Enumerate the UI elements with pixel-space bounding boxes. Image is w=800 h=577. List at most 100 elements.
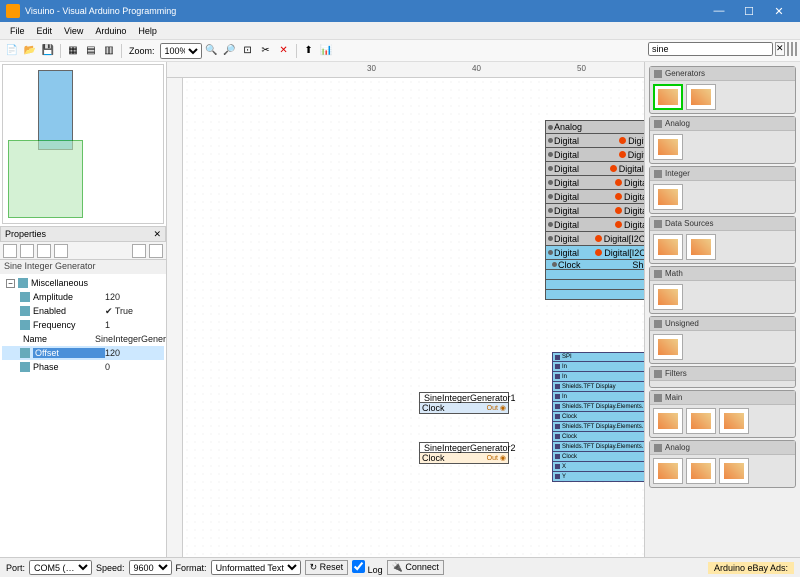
shield-row[interactable]: Shields.TFT Display.Elements.Draw Text2 [552, 422, 645, 432]
arduino-pin-row[interactable]: X ◉ [545, 270, 645, 280]
arduino-pin-row[interactable]: ClockShields.TFT Display.Touch [545, 260, 645, 270]
category-header[interactable]: Data Sources [650, 217, 795, 231]
generator-block[interactable]: SineIntegerGenerator1 ClockOut ◉ [419, 392, 509, 414]
prop-btn-1[interactable] [3, 244, 17, 258]
shield-block[interactable]: SPIInInShields.TFT DisplayInShields.TFT … [552, 352, 645, 482]
arduino-pin-row[interactable]: DigitalDigital[I2C-SDA][ 18 ]/AnalogIn[ … [545, 232, 645, 246]
menu-help[interactable]: Help [132, 24, 163, 38]
prop-btn-6[interactable] [149, 244, 163, 258]
component-item[interactable] [653, 134, 683, 160]
component-item[interactable] [686, 84, 716, 110]
category-header[interactable]: Integer [650, 167, 795, 181]
zoom-select[interactable]: 100% [160, 43, 202, 59]
cut-icon[interactable]: ✂ [258, 43, 274, 59]
log-checkbox[interactable]: Log [352, 560, 383, 575]
shield-row[interactable]: Clock [552, 432, 645, 442]
properties-tree[interactable]: − Miscellaneous Amplitude120Enabled✔ Tru… [0, 274, 166, 557]
shield-row[interactable]: In [552, 362, 645, 372]
property-row[interactable]: Enabled✔ True [2, 304, 164, 318]
component-item[interactable] [653, 284, 683, 310]
shield-row[interactable]: X [552, 462, 645, 472]
close-button[interactable]: ✕ [764, 0, 794, 22]
component-item[interactable] [653, 334, 683, 360]
new-icon[interactable]: 📄 [4, 43, 20, 59]
shield-row[interactable]: Shields.TFT Display.Elements.Draw Bitmap… [552, 442, 645, 452]
layout1-icon[interactable]: ▦ [65, 43, 81, 59]
arduino-pin-row[interactable]: DigitalDigital[LED][SPI-SCK][ 13 ]Out ◉ [545, 162, 645, 176]
zoomout-icon[interactable]: 🔎 [222, 43, 238, 59]
overview-map[interactable] [2, 64, 164, 224]
shield-row[interactable]: Shields.TFT Display [552, 382, 645, 392]
design-canvas[interactable]: 30 40 50 SineIntegerGenerator1 ClockOut … [167, 62, 645, 557]
speed-select[interactable]: 9600 [129, 560, 172, 575]
prop-btn-2[interactable] [20, 244, 34, 258]
arduino-pin-row[interactable]: Pressure ◉ [545, 290, 645, 300]
maximize-button[interactable]: ☐ [734, 0, 764, 22]
property-row[interactable]: Amplitude120 [2, 290, 164, 304]
shield-row[interactable]: Shields.TFT Display.Elements.Draw Text1 [552, 402, 645, 412]
shield-row[interactable]: In [552, 372, 645, 382]
category-header[interactable]: Unsigned [650, 317, 795, 331]
menu-arduino[interactable]: Arduino [89, 24, 132, 38]
properties-close-icon[interactable]: ✕ [153, 229, 161, 240]
monitor-icon[interactable]: 📊 [319, 43, 335, 59]
component-item[interactable] [686, 408, 716, 434]
connect-button[interactable]: 🔌 Connect [387, 560, 444, 575]
upload-icon[interactable]: ⬆ [301, 43, 317, 59]
component-item[interactable] [653, 84, 683, 110]
property-row[interactable]: NameSineIntegerGenerator2 [2, 332, 164, 346]
reset-button[interactable]: ↻ Reset [305, 560, 349, 575]
collapse-icon[interactable]: − [6, 279, 15, 288]
component-item[interactable] [686, 234, 716, 260]
category-header[interactable]: Analog [650, 441, 795, 455]
zoomin-icon[interactable]: 🔍 [204, 43, 220, 59]
component-item[interactable] [719, 408, 749, 434]
layout3-icon[interactable]: ▥ [101, 43, 117, 59]
menu-file[interactable]: File [4, 24, 31, 38]
menu-view[interactable]: View [58, 24, 89, 38]
prop-btn-4[interactable] [54, 244, 68, 258]
menu-edit[interactable]: Edit [31, 24, 59, 38]
zoomfit-icon[interactable]: ⊡ [240, 43, 256, 59]
shield-row[interactable]: Clock [552, 452, 645, 462]
prop-btn-5[interactable] [132, 244, 146, 258]
category-header[interactable]: Math [650, 267, 795, 281]
property-row[interactable]: Offset120 [2, 346, 164, 360]
shield-row[interactable]: Y [552, 472, 645, 482]
category-header[interactable]: Analog [650, 117, 795, 131]
minimize-button[interactable]: — [704, 0, 734, 22]
ad-banner[interactable]: Arduino eBay Ads: [708, 562, 794, 574]
shield-row[interactable]: Clock [552, 412, 645, 422]
arduino-pin-row[interactable]: DigitalDigital[ 17 ]/AnalogIn[ 3 ]Out ◉ [545, 218, 645, 232]
property-row[interactable]: Frequency1 [2, 318, 164, 332]
arduino-pin-row[interactable]: Analog ◉ [545, 120, 645, 134]
arduino-pin-row[interactable]: DigitalDigital[I2C-SCL][ 19 ]/AnalogIn[ … [545, 246, 645, 260]
arduino-pin-row[interactable]: DigitalDigital[SPI-MISO][ 12 ]Out ◉ [545, 148, 645, 162]
component-item[interactable] [653, 458, 683, 484]
open-icon[interactable]: 📂 [22, 43, 38, 59]
arduino-block[interactable]: Analog ◉DigitalDigital[SPI-MOSI][ 11 ]Ou… [545, 120, 645, 300]
generator-block[interactable]: SineIntegerGenerator2 ClockOut ◉ [419, 442, 509, 464]
prop-btn-3[interactable] [37, 244, 51, 258]
arduino-pin-row[interactable]: Y ◉ [545, 280, 645, 290]
component-item[interactable] [719, 458, 749, 484]
layout2-icon[interactable]: ▤ [83, 43, 99, 59]
format-select[interactable]: Unformatted Text [211, 560, 301, 575]
save-icon[interactable]: 💾 [40, 43, 56, 59]
shield-row[interactable]: In [552, 392, 645, 402]
shield-row[interactable]: SPI [552, 352, 645, 362]
component-item[interactable] [686, 458, 716, 484]
port-select[interactable]: COM5 (… [29, 560, 92, 575]
category-header[interactable]: Main [650, 391, 795, 405]
arduino-pin-row[interactable]: DigitalDigital[ 16 ]/AnalogIn[ 2 ]Out ◉ [545, 204, 645, 218]
category-header[interactable]: Filters [650, 367, 795, 381]
arduino-pin-row[interactable]: DigitalDigital[SPI-MOSI][ 11 ]Out ◉ [545, 134, 645, 148]
component-item[interactable] [653, 184, 683, 210]
component-item[interactable] [653, 234, 683, 260]
prop-group[interactable]: − Miscellaneous [2, 276, 164, 290]
delete-icon[interactable]: ✕ [276, 43, 292, 59]
category-header[interactable]: Generators [650, 67, 795, 81]
arduino-pin-row[interactable]: DigitalDigital[ 15 ]/AnalogIn[ 1 ]Out ◉ [545, 190, 645, 204]
property-row[interactable]: Phase0 [2, 360, 164, 374]
component-item[interactable] [653, 408, 683, 434]
